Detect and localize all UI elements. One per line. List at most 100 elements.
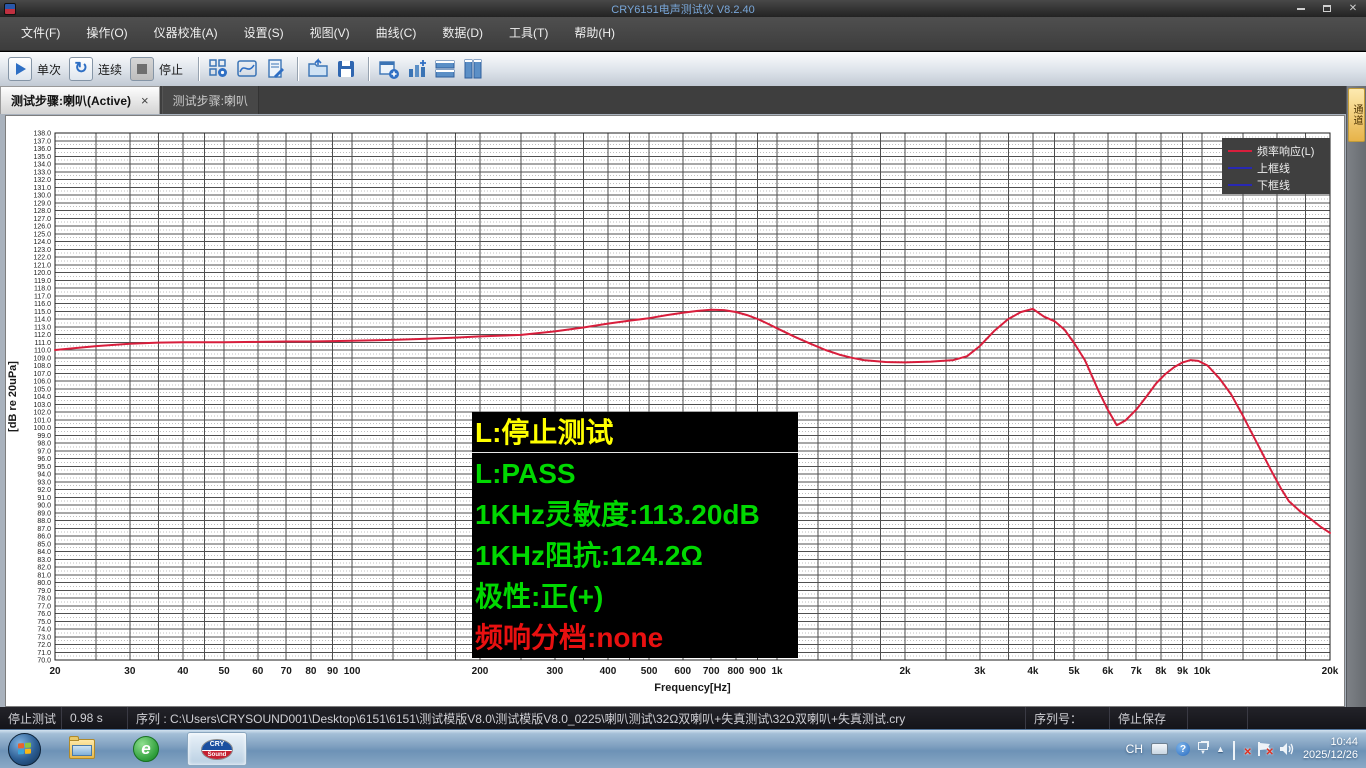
svg-text:8k: 8k [1155, 666, 1167, 677]
tab-label: 测试步骤:喇叭 [172, 93, 248, 108]
show-hidden-icons-arrow[interactable]: ▲ [1216, 744, 1225, 754]
status-empty-segment [1248, 707, 1366, 729]
tab-test-step-speaker-active[interactable]: 测试步骤:喇叭(Active) × [0, 86, 160, 114]
svg-text:900: 900 [749, 666, 766, 677]
svg-text:117.0: 117.0 [34, 293, 51, 300]
svg-text:4k: 4k [1027, 666, 1039, 677]
run-continuous-button[interactable]: ↻ [69, 57, 94, 81]
tab-test-step-speaker[interactable]: 测试步骤:喇叭 [161, 86, 259, 114]
menu-bar: 文件(F) 操作(O) 仪器校准(A) 设置(S) 视图(V) 曲线(C) 数据… [0, 17, 1366, 51]
tile-vertical-icon [464, 59, 482, 79]
browser-icon: e [133, 736, 159, 762]
menu-data[interactable]: 数据(D) [429, 17, 496, 50]
svg-text:40: 40 [177, 666, 189, 677]
taskbar-browser-button[interactable]: e [123, 732, 169, 766]
svg-text:20: 20 [49, 666, 61, 677]
taskbar-cry-app-button[interactable]: CRY Sound [187, 732, 247, 766]
action-center-flag-icon[interactable]: ✕ [1257, 742, 1274, 758]
tile-vertical-button[interactable] [460, 56, 486, 82]
legend-label: 上框线 [1257, 162, 1290, 175]
status-serial-label: 序列号： [1026, 707, 1110, 729]
network-disconnected-icon[interactable]: ✕ [1232, 741, 1252, 760]
tile-horizontal-button[interactable] [432, 56, 458, 82]
open-file-button[interactable] [305, 56, 331, 82]
stop-button[interactable] [130, 57, 155, 81]
svg-text:77.0: 77.0 [37, 603, 51, 610]
new-chart-button[interactable] [404, 56, 430, 82]
svg-text:124.0: 124.0 [33, 239, 51, 246]
toolbar-separator [297, 57, 299, 81]
svg-text:90.0: 90.0 [37, 503, 51, 510]
menu-calibration[interactable]: 仪器校准(A) [141, 17, 231, 50]
start-button[interactable] [8, 732, 41, 766]
menu-operation[interactable]: 操作(O) [73, 17, 140, 50]
open-folder-icon [308, 58, 328, 77]
cry-sound-logo-icon: CRY Sound [201, 738, 233, 760]
svg-text:94.0: 94.0 [37, 472, 51, 479]
help-icon[interactable]: ? [1176, 742, 1191, 756]
channel-side-tab[interactable]: 通道 [1348, 88, 1365, 142]
run-single-button[interactable] [8, 57, 32, 81]
result-polarity-line: 极性:正(+) [475, 581, 604, 612]
tray-restore-icon[interactable]: ▼ [1198, 742, 1209, 756]
svg-text:109.0: 109.0 [33, 355, 51, 362]
svg-text:115.0: 115.0 [34, 309, 51, 316]
svg-text:128.0: 128.0 [33, 208, 51, 215]
curve-settings-button[interactable] [234, 56, 260, 82]
svg-text:93.0: 93.0 [37, 479, 51, 486]
menu-tools[interactable]: 工具(T) [496, 17, 561, 50]
svg-text:119.0: 119.0 [34, 278, 51, 285]
svg-text:88.0: 88.0 [37, 518, 51, 525]
toolbar-separator [198, 57, 200, 81]
menu-settings[interactable]: 设置(S) [231, 17, 297, 50]
speaker-icon [1279, 743, 1294, 755]
save-button[interactable] [333, 56, 359, 82]
curve-icon [237, 60, 257, 77]
svg-text:1k: 1k [771, 666, 783, 677]
status-state: 停止测试 [0, 707, 62, 729]
volume-icon[interactable] [1279, 742, 1295, 756]
svg-text:100.0: 100.0 [33, 425, 51, 432]
result-binning-line: 频响分档:none [475, 622, 664, 653]
svg-text:75.0: 75.0 [37, 619, 51, 626]
svg-text:116.0: 116.0 [34, 301, 51, 308]
svg-text:70: 70 [281, 666, 293, 677]
svg-text:5k: 5k [1069, 666, 1081, 677]
menu-view[interactable]: 视图(V) [297, 17, 363, 50]
taskbar-clock[interactable]: 10:44 2025/12/26 [1303, 736, 1358, 762]
taskbar-explorer-button[interactable] [59, 732, 105, 766]
tab-label: 测试步骤:喇叭(Active) [11, 94, 132, 108]
language-indicator[interactable]: CH [1126, 742, 1143, 756]
menu-curve[interactable]: 曲线(C) [363, 17, 430, 50]
svg-text:85.0: 85.0 [37, 541, 51, 548]
svg-text:137.0: 137.0 [33, 138, 51, 145]
toolbar-separator [368, 57, 370, 81]
report-button[interactable] [262, 56, 288, 82]
legend-line-swatch [1228, 149, 1252, 152]
result-sensitivity-line: 1KHz灵敏度:113.20dB [475, 499, 760, 530]
svg-text:105.0: 105.0 [33, 386, 51, 393]
keyboard-icon[interactable] [1151, 743, 1169, 755]
svg-text:81.0: 81.0 [37, 572, 51, 579]
svg-text:80.0: 80.0 [37, 580, 51, 587]
svg-text:96.0: 96.0 [37, 456, 51, 463]
stop-label: 停止 [159, 62, 184, 77]
svg-text:71.0: 71.0 [37, 650, 51, 657]
svg-text:129.0: 129.0 [33, 200, 51, 207]
new-window-button[interactable] [376, 56, 402, 82]
menu-help[interactable]: 帮助(H) [561, 17, 628, 50]
tab-close-icon[interactable]: × [141, 93, 149, 108]
menu-file[interactable]: 文件(F) [8, 17, 73, 50]
frequency-response-chart: 70.0 71.0 72.0 73.0 74.0 75.0 76.0 77.0 78.0 79.0… [5, 115, 1345, 707]
svg-text:60: 60 [252, 666, 264, 677]
windows-logo-icon [17, 742, 32, 756]
channel-side-tab-label: 通道 [1351, 104, 1362, 126]
svg-text:73.0: 73.0 [37, 634, 51, 641]
test-step-settings-button[interactable] [206, 56, 232, 82]
legend-item: 频率响应(L) [1228, 142, 1330, 159]
svg-text:95.0: 95.0 [37, 464, 51, 471]
svg-text:125.0: 125.0 [33, 231, 51, 238]
svg-text:134.0: 134.0 [33, 162, 51, 169]
chart-workspace: 70.0 71.0 72.0 73.0 74.0 75.0 76.0 77.0 78.0 79.0… [0, 114, 1366, 707]
svg-text:7k: 7k [1131, 666, 1143, 677]
